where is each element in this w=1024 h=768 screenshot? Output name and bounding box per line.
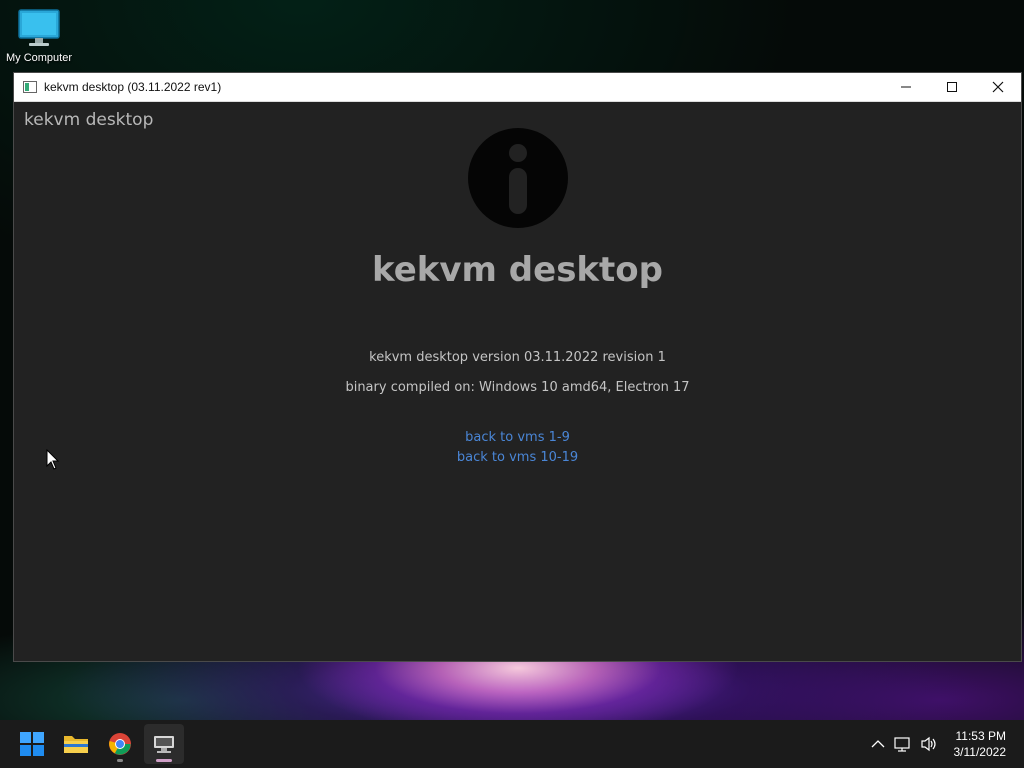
chevron-up-icon <box>871 740 885 748</box>
close-button[interactable] <box>975 73 1021 102</box>
show-hidden-icons-button[interactable] <box>866 739 890 749</box>
running-indicator <box>117 759 123 762</box>
minimize-icon <box>901 86 911 88</box>
mouse-cursor-icon <box>46 449 60 470</box>
taskbar-file-explorer[interactable] <box>56 724 96 764</box>
system-tray <box>866 720 942 768</box>
maximize-icon <box>947 82 957 92</box>
back-to-vms-1-9-link[interactable]: back to vms 1-9 <box>465 430 570 445</box>
taskbar-kekvm-desktop[interactable] <box>144 724 184 764</box>
start-button[interactable] <box>12 724 52 764</box>
taskbar-clock[interactable]: 11:53 PM 3/11/2022 <box>954 728 1007 760</box>
back-to-vms-10-19-link[interactable]: back to vms 10-19 <box>457 450 578 465</box>
compiled-text: binary compiled on: Windows 10 amd64, El… <box>345 380 690 395</box>
monitor-icon <box>18 9 60 46</box>
app-content: kekvm desktop kekvm desktop kekvm deskto… <box>14 102 1021 662</box>
taskbar-chrome[interactable] <box>100 724 140 764</box>
chrome-icon <box>109 733 131 755</box>
windows-start-icon <box>20 732 44 756</box>
info-icon <box>468 128 568 228</box>
network-icon <box>894 737 910 752</box>
window-app-icon <box>23 81 37 93</box>
link-row-vms-1-9: back to vms 1-9 <box>14 430 1021 445</box>
volume-icon <box>921 736 936 752</box>
app-corner-title: kekvm desktop <box>24 110 154 130</box>
page-title: kekvm desktop <box>372 250 663 290</box>
clock-time: 11:53 PM <box>955 729 1006 743</box>
version-text: kekvm desktop version 03.11.2022 revisio… <box>369 350 666 365</box>
maximize-button[interactable] <box>929 73 975 102</box>
window-title: kekvm desktop (03.11.2022 rev1) <box>44 80 222 94</box>
window-titlebar[interactable]: kekvm desktop (03.11.2022 rev1) <box>14 73 1021 102</box>
network-button[interactable] <box>890 736 916 752</box>
close-icon <box>992 81 1004 93</box>
desktop-icon-label: My Computer <box>5 52 73 64</box>
folder-icon <box>64 736 88 753</box>
clock-date: 3/11/2022 <box>953 745 1007 759</box>
minimize-button[interactable] <box>883 73 929 102</box>
taskbar: 11:53 PM 3/11/2022 <box>0 720 1024 768</box>
app-window: kekvm desktop (03.11.2022 rev1) kekvm de… <box>13 72 1022 662</box>
kekvm-app-icon <box>154 736 174 753</box>
volume-button[interactable] <box>916 736 942 752</box>
desktop-icon-my-computer[interactable]: My Computer <box>0 8 78 64</box>
link-row-vms-10-19: back to vms 10-19 <box>14 450 1021 465</box>
active-indicator <box>156 759 172 762</box>
